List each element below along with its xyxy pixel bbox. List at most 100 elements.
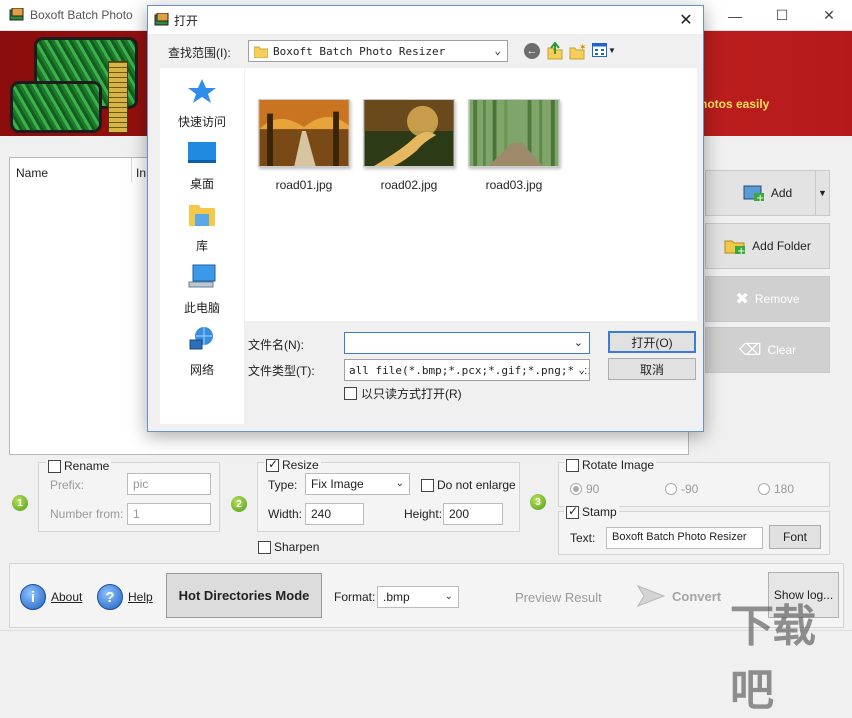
rotate-option-90[interactable]: 90	[570, 482, 599, 496]
svg-text:+: +	[756, 193, 764, 202]
nav-library-label: 库	[195, 239, 208, 253]
nav-network[interactable]: 网络	[160, 326, 244, 378]
app-title: Boxoft Batch Photo	[30, 8, 133, 22]
file-browser-pane[interactable]: road01.jpg road02.jpg road03.jpg	[245, 68, 697, 321]
remove-button[interactable]: ✖ Remove	[705, 276, 830, 322]
dialog-titlebar: 打开 ✕	[148, 6, 703, 34]
minimize-button[interactable]: —	[712, 0, 758, 31]
type-select-value: Fix Image	[311, 477, 364, 491]
maximize-button[interactable]: ☐	[759, 0, 805, 31]
nav-library[interactable]: 库	[160, 202, 244, 254]
cancel-button[interactable]: 取消	[608, 358, 696, 380]
rotate-option-180[interactable]: 180	[758, 482, 794, 496]
clear-button[interactable]: ⌫ Clear	[705, 327, 830, 373]
svg-text:+: +	[737, 246, 745, 255]
nav-desktop-label: 桌面	[189, 177, 214, 191]
column-separator[interactable]	[131, 158, 132, 182]
status-bar	[0, 630, 852, 651]
computer-icon	[188, 264, 216, 288]
banner-photo-front	[10, 81, 102, 133]
rotate-option-minus-90[interactable]: -90	[665, 482, 698, 496]
nav-desktop[interactable]: 桌面	[160, 140, 244, 192]
rotate-checkbox[interactable]	[566, 458, 579, 472]
nav-this-pc[interactable]: 此电脑	[160, 264, 244, 316]
stamp-checkbox[interactable]	[566, 504, 579, 519]
rotate-label-minus-90: -90	[681, 482, 699, 496]
dialog-close-button[interactable]: ✕	[675, 9, 697, 31]
convert-label: Convert	[672, 588, 722, 604]
open-file-dialog: 打开 ✕ 查找范围(I): Boxoft Batch Photo Resizer…	[147, 5, 704, 432]
about-button[interactable]: i About	[20, 584, 82, 610]
prefix-input[interactable]: pic	[127, 473, 211, 495]
add-folder-button[interactable]: + Add Folder	[705, 223, 830, 269]
resize-checkbox-row[interactable]: Resize	[264, 457, 321, 472]
back-icon[interactable]: ←	[524, 43, 540, 59]
add-image-icon: +	[743, 185, 764, 202]
width-input[interactable]: 240	[305, 503, 364, 525]
add-dropdown-button[interactable]: ▼	[815, 170, 830, 216]
add-folder-icon: +	[724, 240, 746, 255]
sharpen-label: Sharpen	[274, 540, 320, 554]
help-label: Help	[128, 590, 153, 604]
resize-checkbox[interactable]	[266, 457, 279, 472]
readonly-checkbox-row[interactable]: 以只读方式打开(R)	[344, 385, 462, 402]
ruler-icon	[108, 61, 128, 133]
hot-directories-button[interactable]: Hot Directories Mode	[166, 573, 322, 618]
file-item-road03[interactable]: road03.jpg	[459, 99, 569, 192]
do-not-enlarge-label: Do not enlarge	[437, 478, 516, 492]
filetype-value: all file(*.bmp;*.pcx;*.gif;*.png;*.ti	[349, 364, 590, 377]
look-in-value: Boxoft Batch Photo Resizer	[273, 45, 446, 58]
nav-quick-access[interactable]: 快速访问	[160, 78, 244, 130]
rotate-radio-minus-90[interactable]	[665, 483, 677, 495]
filename-input[interactable]: ⌄	[344, 332, 590, 354]
file-item-road01[interactable]: road01.jpg	[249, 99, 359, 192]
rename-checkbox[interactable]	[48, 459, 61, 473]
convert-button[interactable]: Convert	[636, 582, 721, 610]
rotate-radio-90[interactable]	[570, 483, 582, 495]
file-item-road02[interactable]: road02.jpg	[354, 99, 464, 192]
height-input[interactable]: 200	[443, 503, 503, 525]
app-icon	[9, 8, 24, 21]
prefix-label: Prefix:	[50, 478, 85, 492]
format-select[interactable]: .bmp ⌄	[377, 586, 459, 608]
number-from-input[interactable]: 1	[127, 503, 211, 525]
format-select-value: .bmp	[383, 590, 410, 604]
preview-result-button[interactable]: Preview Result	[515, 590, 602, 605]
svg-text:✶: ✶	[579, 43, 587, 53]
help-button[interactable]: ? Help	[97, 584, 153, 610]
readonly-checkbox[interactable]	[344, 387, 357, 400]
stamp-text-input[interactable]: Boxoft Batch Photo Resizer	[606, 527, 763, 549]
number-from-label: Number from:	[50, 507, 124, 521]
do-not-enlarge-row[interactable]: Do not enlarge	[421, 478, 516, 492]
filetype-select[interactable]: all file(*.bmp;*.pcx;*.gif;*.png;*.ti ⌄	[344, 359, 590, 381]
column-header-name[interactable]: Name	[16, 166, 48, 180]
rename-checkbox-row[interactable]: Rename	[46, 459, 112, 473]
up-folder-icon[interactable]	[547, 42, 563, 60]
view-menu-button[interactable]: ▼	[592, 43, 616, 57]
dialog-app-icon	[154, 13, 169, 26]
sharpen-checkbox[interactable]	[258, 540, 271, 554]
add-button[interactable]: + Add	[705, 170, 830, 216]
library-icon	[189, 205, 215, 226]
stamp-text-label: Text:	[570, 531, 596, 545]
sharpen-row[interactable]: Sharpen	[258, 540, 319, 554]
road03-thumbnail	[468, 99, 560, 167]
do-not-enlarge-checkbox[interactable]	[421, 478, 434, 492]
width-label: Width:	[268, 507, 303, 521]
chevron-down-icon: ⌄	[494, 44, 501, 57]
add-folder-label: Add Folder	[752, 239, 811, 253]
new-folder-icon[interactable]: ✶	[569, 42, 587, 60]
chevron-down-icon: ⌄	[444, 591, 453, 602]
open-button[interactable]: 打开(O)	[608, 331, 696, 353]
type-select[interactable]: Fix Image ⌄	[305, 473, 410, 495]
look-in-combo[interactable]: Boxoft Batch Photo Resizer ⌄	[248, 40, 508, 62]
banner-tagline: hotos easily	[700, 97, 770, 111]
close-button[interactable]: ✕	[806, 0, 852, 31]
font-button[interactable]: Font	[769, 525, 821, 549]
rotate-radio-180[interactable]	[758, 483, 770, 495]
stamp-checkbox-row[interactable]: Stamp	[564, 504, 619, 519]
road01-thumbnail	[258, 99, 350, 167]
rotate-checkbox-row[interactable]: Rotate Image	[564, 458, 657, 472]
places-bar: 快速访问 桌面 库 此电脑 网络	[160, 68, 244, 424]
column-header-info[interactable]: In	[136, 166, 146, 180]
